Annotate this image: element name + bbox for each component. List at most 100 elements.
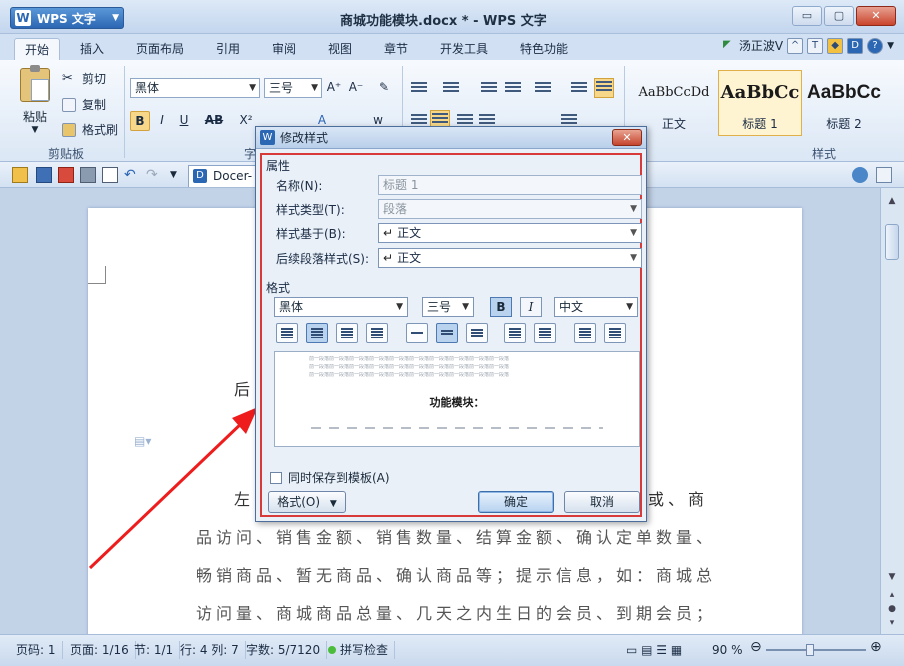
strikethrough-button[interactable]: AB <box>204 111 224 131</box>
paste-chevron-icon[interactable]: ▼ <box>14 125 56 135</box>
help-icon[interactable]: ? <box>867 37 884 54</box>
zoom-slider[interactable] <box>766 644 866 656</box>
document-text-line[interactable]: 后 <box>234 376 254 400</box>
zoom-level[interactable]: 90 % <box>712 641 743 659</box>
save-icon[interactable] <box>36 167 52 183</box>
decrease-indent-icon[interactable] <box>480 80 498 96</box>
document-text-fragment[interactable]: 或、商 <box>648 486 708 510</box>
ok-button[interactable]: 确定 <box>478 491 554 513</box>
next-page-icon[interactable]: ▾ <box>885 616 899 630</box>
format-painter-button[interactable]: 格式刷 <box>62 121 118 138</box>
doc-tab-docer[interactable]: D Docer- <box>188 165 258 187</box>
print-preview-icon[interactable] <box>102 167 118 183</box>
tab-review[interactable]: 审阅 <box>272 38 296 60</box>
next-style-select[interactable]: ↵ 正文 ▼ <box>378 248 642 268</box>
scroll-up-arrow-icon[interactable]: ▲ <box>885 194 899 208</box>
copy-button[interactable]: 复制 <box>62 96 106 113</box>
document-text-line[interactable]: 访问量、商城商品总量、几天之内生日的会员、到期会员； <box>196 600 716 624</box>
tab-references[interactable]: 引用 <box>216 38 240 60</box>
show-marks-icon[interactable] <box>594 78 614 98</box>
dialog-justify-button[interactable] <box>366 323 388 343</box>
view-mode-icons[interactable]: ▭ ▤ ☰ ▦ <box>620 641 688 659</box>
shrink-font-button[interactable]: A⁻ <box>346 78 366 98</box>
dialog-size-select[interactable]: 三号 ▼ <box>422 297 474 317</box>
based-on-select[interactable]: ↵ 正文 ▼ <box>378 223 642 243</box>
options-chevron-icon[interactable]: ▼ <box>887 41 894 51</box>
customize-chevron-icon[interactable]: ▼ <box>170 167 186 183</box>
paragraph-marker-icon[interactable]: ▤▾ <box>134 434 151 448</box>
tab-home[interactable]: 开始 <box>14 38 61 60</box>
close-window-button[interactable]: ✕ <box>856 6 896 26</box>
dialog-align-left-button[interactable] <box>276 323 298 343</box>
dialog-font-select[interactable]: 黑体 ▼ <box>274 297 408 317</box>
decrease-indent-button[interactable] <box>574 323 596 343</box>
underline-button[interactable]: U <box>174 111 194 131</box>
checkbox-box[interactable] <box>270 471 282 484</box>
increase-indent-icon[interactable] <box>504 80 522 96</box>
minimize-button[interactable]: ▭ <box>792 6 822 26</box>
user-name[interactable]: 汤正波V <box>739 37 783 54</box>
window-layout-icon[interactable] <box>876 167 892 183</box>
dialog-align-center-button[interactable] <box>306 323 328 343</box>
grow-font-button[interactable]: A⁺ <box>324 78 344 98</box>
skin-icon[interactable]: ◆ <box>827 37 844 54</box>
browse-object-icon[interactable]: ● <box>885 602 899 616</box>
style-heading-1[interactable]: AaBbCc 标题 1 <box>718 70 802 136</box>
print-icon[interactable] <box>80 167 96 183</box>
dialog-title-bar[interactable]: W 修改样式 ✕ <box>256 127 646 149</box>
line-spacing-single-button[interactable] <box>406 323 428 343</box>
status-page[interactable]: 页面: 1/16 <box>64 641 136 659</box>
scroll-down-arrow-icon[interactable]: ▼ <box>885 570 899 584</box>
dialog-italic-button[interactable]: I <box>520 297 542 317</box>
document-text-line[interactable]: 品访问、销售金额、销售数量、结算金额、确认定单数量、 <box>196 524 716 548</box>
paste-button[interactable]: 粘贴 ▼ <box>14 65 56 142</box>
dialog-align-right-button[interactable] <box>336 323 358 343</box>
app-menu-button[interactable]: W WPS 文字 ▼ <box>10 7 124 29</box>
status-row-column[interactable]: 行: 4 列: 7 <box>174 641 246 659</box>
tab-view[interactable]: 视图 <box>328 38 352 60</box>
space-after-button[interactable] <box>534 323 556 343</box>
scroll-thumb[interactable] <box>885 224 899 260</box>
tab-special-features[interactable]: 特色功能 <box>520 38 568 60</box>
line-spacing-1-5-button[interactable] <box>436 323 458 343</box>
dialog-close-button[interactable]: ✕ <box>612 129 642 146</box>
line-spacing-double-button[interactable] <box>466 323 488 343</box>
cancel-button[interactable]: 取消 <box>564 491 640 513</box>
dialog-bold-button[interactable]: B <box>490 297 512 317</box>
vertical-scrollbar[interactable]: ▲ ▼ ▴ ● ▾ <box>880 188 904 634</box>
increase-indent-button[interactable] <box>604 323 626 343</box>
font-size-combo[interactable]: 三号 ▼ <box>264 78 322 98</box>
undo-icon[interactable]: ↶ <box>124 167 140 183</box>
space-before-button[interactable] <box>504 323 526 343</box>
zoom-in-icon[interactable]: ⊕ <box>870 639 882 655</box>
style-type-select[interactable]: 段落 ▼ <box>378 199 642 219</box>
status-section[interactable]: 节: 1/1 <box>128 641 181 659</box>
italic-button[interactable]: I <box>152 111 172 131</box>
tab-developer[interactable]: 开发工具 <box>440 38 488 60</box>
open-folder-icon[interactable] <box>12 167 28 183</box>
status-word-count[interactable]: 字数: 5/7120 <box>240 641 328 659</box>
tab-page-layout[interactable]: 页面布局 <box>136 38 184 60</box>
bullet-list-icon[interactable] <box>410 80 428 96</box>
style-heading-2[interactable]: AaBbCc 标题 2 <box>804 70 884 136</box>
export-pdf-icon[interactable] <box>58 167 74 183</box>
text-direction-icon[interactable] <box>534 80 552 96</box>
document-text-line[interactable]: 畅销商品、暂无商品、确认商品等；提示信息，如：商城总 <box>196 562 716 586</box>
document-text-line[interactable]: 左 <box>234 486 254 510</box>
bold-button[interactable]: B <box>130 111 150 131</box>
cloud-icon[interactable] <box>852 167 868 183</box>
tab-insert[interactable]: 插入 <box>80 38 104 60</box>
script-select[interactable]: 中文 ▼ <box>554 297 638 317</box>
status-page-code[interactable]: 页码: 1 <box>10 641 63 659</box>
save-to-template-checkbox[interactable]: 同时保存到模板(A) <box>270 469 390 486</box>
collapse-ribbon-icon[interactable]: ^ <box>787 37 804 54</box>
format-dropdown-button[interactable]: 格式(O) ▼ <box>268 491 346 513</box>
zoom-out-icon[interactable]: ⊖ <box>750 639 762 655</box>
docer-icon[interactable]: D <box>847 37 864 54</box>
zoom-slider-knob[interactable] <box>806 644 814 656</box>
style-name-input[interactable]: 标题 1 <box>378 175 642 195</box>
tab-chapter[interactable]: 章节 <box>384 38 408 60</box>
cut-button[interactable]: ✂ 剪切 <box>62 70 106 87</box>
numbered-list-icon[interactable] <box>442 80 460 96</box>
maximize-button[interactable]: ▢ <box>824 6 854 26</box>
